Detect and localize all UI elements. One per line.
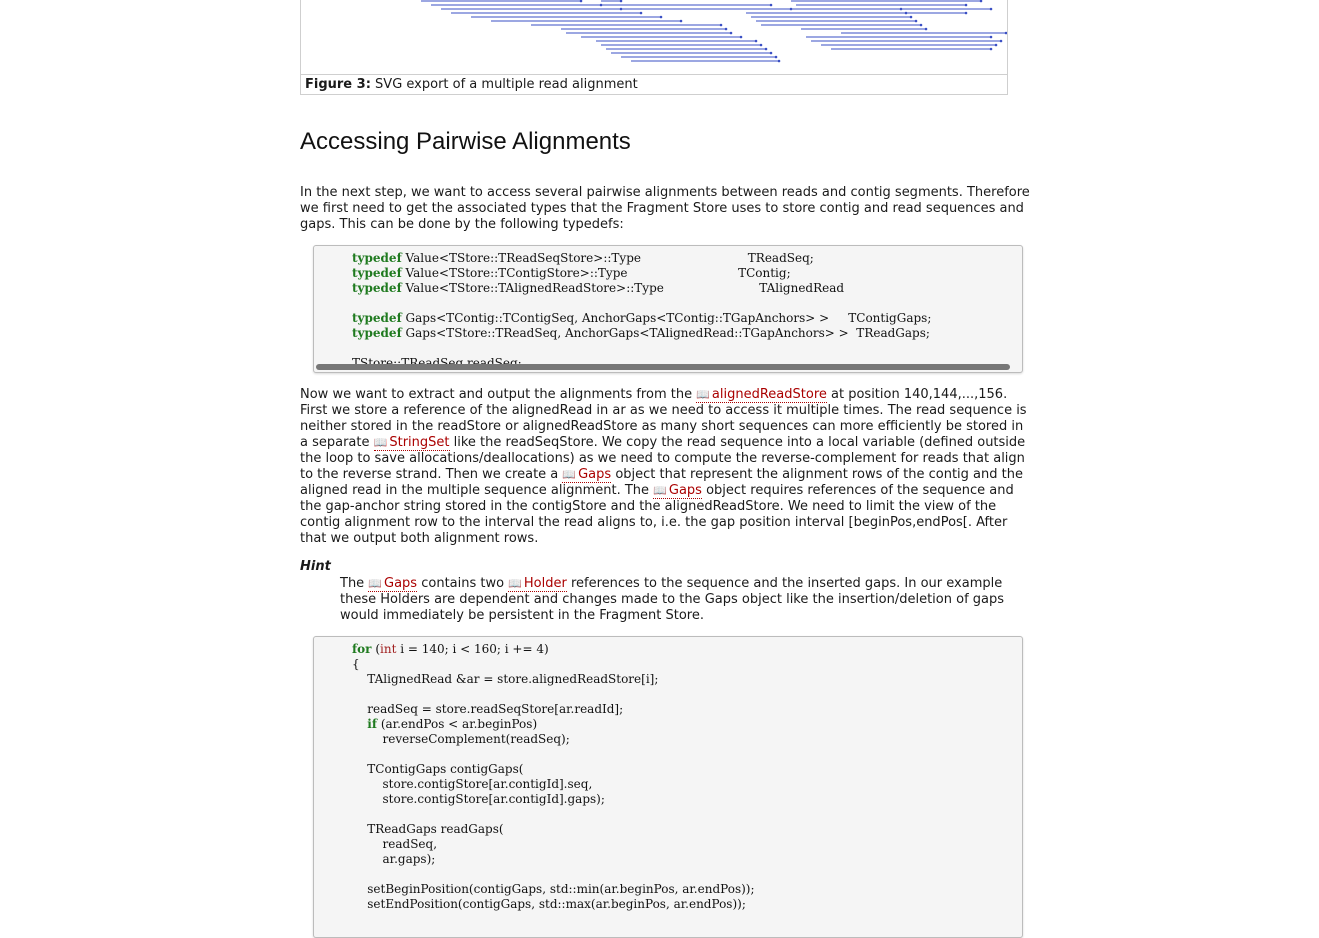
- link-label: Gaps: [578, 467, 612, 482]
- figure-caption-text: SVG export of a multiple read alignment: [375, 77, 638, 92]
- code-text: (: [371, 642, 380, 656]
- gaps-link[interactable]: 📖 Gaps: [368, 576, 418, 592]
- code-line: TContigGaps contigGaps(: [352, 762, 524, 776]
- link-label: Gaps: [384, 576, 418, 591]
- read-end-marker: [914, 19, 918, 23]
- alignment-paragraph: Now we want to extract and output the al…: [300, 387, 1035, 547]
- code-text: {: [352, 657, 360, 671]
- code-line: typedef Gaps<TStore::TReadSeq, AnchorGap…: [352, 326, 930, 340]
- code-line: typedef Value<TStore::TReadSeqStore>::Ty…: [352, 251, 814, 265]
- read-end-marker: [759, 43, 763, 47]
- keyword: if: [367, 717, 377, 731]
- alignment-figure: Figure 3: SVG export of a multiple read …: [300, 0, 1008, 95]
- read-end-marker: [924, 27, 928, 31]
- horizontal-scrollbar[interactable]: [316, 364, 1010, 370]
- read-end-marker: [769, 51, 773, 55]
- book-icon: 📖: [696, 388, 710, 401]
- figure-caption: Figure 3: SVG export of a multiple read …: [301, 74, 1007, 94]
- link-label: alignedReadStore: [711, 387, 827, 402]
- book-icon: 📖: [653, 484, 667, 497]
- read-end-marker: [639, 11, 643, 15]
- stringset-link[interactable]: 📖 StringSet: [373, 435, 450, 451]
- keyword: typedef: [352, 266, 402, 280]
- code-line: setEndPosition(contigGaps, std::max(ar.b…: [352, 897, 746, 911]
- read-end-marker: [764, 47, 768, 51]
- keyword: typedef: [352, 311, 402, 325]
- read-end-marker: [989, 35, 993, 39]
- typedef-code: typedef Value<TStore::TReadSeqStore>::Ty…: [314, 246, 1022, 371]
- read-end-marker: [754, 39, 758, 43]
- read-lines: [421, 0, 1007, 63]
- loop-code-block: for (int i = 140; i < 160; i += 4) { TAl…: [313, 636, 1023, 938]
- code-line: setBeginPosition(contigGaps, std::min(ar…: [352, 882, 755, 896]
- code-line: typedef Value<TStore::TContigStore>::Typ…: [352, 266, 791, 280]
- read-end-marker: [964, 3, 968, 7]
- book-icon: 📖: [562, 468, 577, 481]
- typedef-code-block: typedef Value<TStore::TReadSeqStore>::Ty…: [313, 245, 1023, 373]
- read-end-marker: [619, 0, 623, 3]
- read-end-marker: [739, 35, 743, 39]
- read-end-marker: [989, 7, 993, 11]
- code-line: store.contigStore[ar.contigId].seq,: [352, 777, 593, 791]
- link-label: StringSet: [389, 435, 450, 450]
- gaps-link[interactable]: 📖 Gaps: [562, 467, 612, 483]
- read-end-marker: [777, 59, 781, 63]
- hint-title: Hint: [300, 559, 331, 574]
- code-line: ar.gaps);: [352, 852, 436, 866]
- book-icon: 📖: [508, 577, 522, 590]
- read-end-marker: [579, 0, 583, 3]
- read-end-marker: [724, 27, 728, 31]
- figure-caption-label: Figure 3:: [305, 77, 371, 92]
- code-line: readSeq,: [352, 837, 438, 851]
- keyword: typedef: [352, 251, 402, 265]
- read-end-marker: [719, 23, 723, 27]
- book-icon: 📖: [368, 577, 383, 590]
- code-line: reverseComplement(readSeq);: [352, 732, 570, 746]
- keyword: typedef: [352, 326, 402, 340]
- aligned-read-store-link[interactable]: 📖 alignedReadStore: [696, 387, 827, 403]
- keyword: for: [352, 642, 372, 656]
- link-label: Holder: [523, 576, 567, 591]
- code-line: store.contigStore[ar.contigId].gaps);: [352, 792, 605, 806]
- read-end-marker: [999, 39, 1003, 43]
- loop-code: for (int i = 140; i < 160; i += 4) { TAl…: [314, 637, 1022, 912]
- read-end-marker: [919, 23, 923, 27]
- code-text: i = 140; i < 160; i += 4): [396, 642, 549, 656]
- keyword: int: [380, 642, 397, 656]
- alignment-svg: [421, 0, 1007, 63]
- intro-paragraph: In the next step, we want to access seve…: [300, 185, 1030, 232]
- hint-body: The 📖 Gaps contains two 📖 Holder reference…: [340, 576, 1030, 624]
- link-label: Gaps: [668, 483, 702, 498]
- code-line: (ar.endPos < ar.beginPos): [377, 717, 538, 731]
- code-line: TReadGaps readGaps(: [352, 822, 504, 836]
- book-icon: 📖: [373, 436, 388, 449]
- gaps-link[interactable]: 📖 Gaps: [653, 483, 702, 499]
- section-heading: Accessing Pairwise Alignments: [300, 128, 631, 155]
- read-end-marker: [1004, 31, 1007, 35]
- read-end-marker: [979, 0, 983, 3]
- holder-link[interactable]: 📖 Holder: [508, 576, 567, 592]
- text-run: Now we want to extract and output the al…: [300, 387, 697, 402]
- read-end-marker: [994, 43, 998, 47]
- read-end-marker: [909, 15, 913, 19]
- read-end-marker: [774, 55, 778, 59]
- text-run: The: [340, 576, 369, 591]
- read-end-marker: [729, 31, 733, 35]
- keyword: typedef: [352, 281, 402, 295]
- read-end-marker: [964, 11, 968, 15]
- code-line: typedef Value<TStore::TAlignedReadStore>…: [352, 281, 845, 295]
- read-end-marker: [679, 19, 683, 23]
- code-line: TAlignedRead &ar = store.alignedReadStor…: [352, 672, 659, 686]
- text-run: contains two: [417, 576, 509, 591]
- read-end-marker: [769, 3, 773, 7]
- code-line: readSeq = store.readSeqStore[ar.readId];: [352, 702, 624, 716]
- read-end-marker: [989, 47, 993, 51]
- code-line: typedef Gaps<TContig::TContigSeq, Anchor…: [352, 311, 932, 325]
- read-end-marker: [659, 15, 663, 19]
